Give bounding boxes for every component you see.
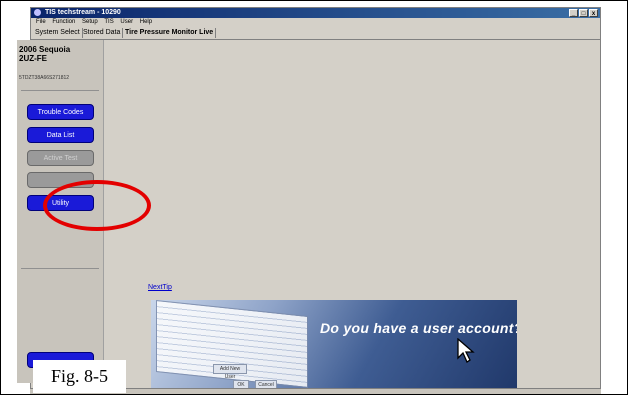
minimize-button[interactable]: _ [569, 9, 578, 17]
trouble-codes-button[interactable]: Trouble Codes [27, 104, 94, 120]
menu-file[interactable]: File [36, 19, 46, 25]
close-button[interactable]: x [589, 9, 598, 17]
menu-user[interactable]: User [120, 19, 133, 25]
vehicle-model: 2006 Sequoia [19, 45, 71, 54]
menu-bar: File Function Setup TIS User Help [31, 18, 600, 27]
menu-setup[interactable]: Setup [82, 19, 98, 25]
vehicle-vin: 5TDZT38A66S271812 [19, 75, 70, 81]
maximize-button[interactable]: □ [579, 9, 588, 17]
menu-help[interactable]: Help [140, 19, 152, 25]
figure-label: Fig. 8-5 [33, 360, 126, 393]
vehicle-engine: 2UZ-FE [19, 54, 47, 63]
next-tip-link[interactable]: NextTip [148, 284, 172, 291]
tab-stored-data[interactable]: Stored Data [81, 28, 124, 38]
tab-tire-pressure-monitor-live[interactable]: Tire Pressure Monitor Live [123, 28, 217, 38]
title-bar: TIS techstream - 10290 _ □ x [31, 8, 600, 18]
menu-function[interactable]: Function [52, 19, 75, 25]
window-title: TIS techstream - 10290 [44, 9, 121, 16]
banner-slogan: Do you have a user account? [320, 320, 517, 336]
add-new-user-button[interactable]: Add New User [213, 364, 247, 380]
mouse-pointer-icon [457, 338, 475, 363]
tab-strip: System Select Stored Data Tire Pressure … [31, 27, 600, 40]
active-test-button: Active Test [27, 150, 94, 166]
tab-system-select[interactable]: System Select [33, 28, 83, 38]
app-icon [34, 9, 41, 16]
data-list-button[interactable]: Data List [27, 127, 94, 143]
highlight-circle [43, 180, 151, 231]
divider [21, 268, 99, 269]
vehicle-info: 2006 Sequoia 2UZ-FE [17, 45, 70, 63]
menu-tis[interactable]: TIS [104, 19, 113, 25]
divider [21, 90, 99, 91]
